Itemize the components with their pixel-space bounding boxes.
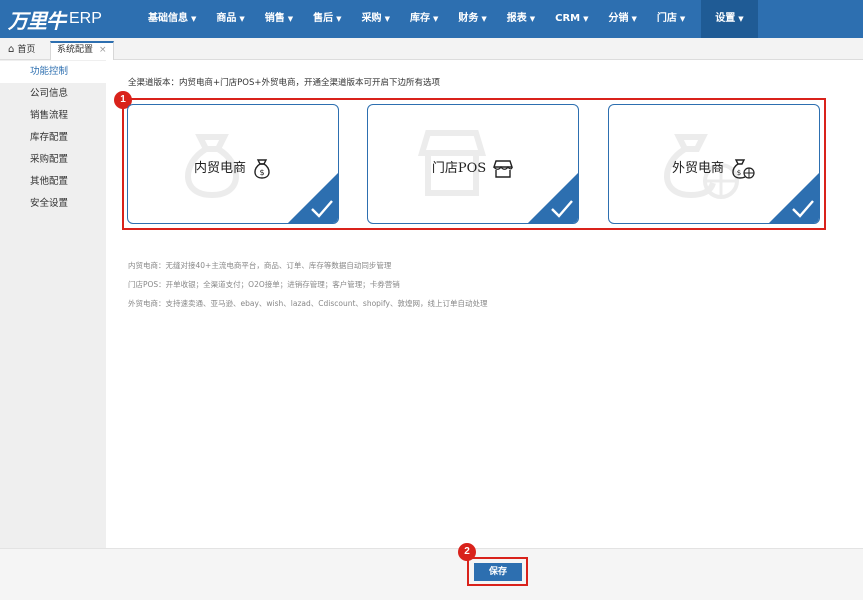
check-corner-icon [288,173,338,223]
nav-item-crm[interactable]: CRM ▼ [545,0,598,38]
sidebar-item-feature-control[interactable]: 功能控制 [0,61,106,83]
check-corner-icon [528,173,578,223]
sidebar-item-purchase-config[interactable]: 采购配置 [0,149,106,171]
chevron-down-icon: ▼ [529,15,536,23]
sidebar-item-security[interactable]: 安全设置 [0,193,106,215]
nav-item-stores[interactable]: 门店 ▼ [647,0,695,38]
chevron-down-icon: ▼ [738,15,744,23]
feature-descriptions: 内贸电商：无缝对接40+主流电商平台，商品、订单、库存等数据自动同步管理 门店P… [128,256,487,313]
nav-item-purchasing[interactable]: 采购 ▼ [352,0,400,38]
card-label: 内贸电商 [193,161,246,176]
nav-item-distribution[interactable]: 分销 ▼ [599,0,647,38]
chevron-down-icon: ▼ [583,15,589,23]
sidebar-item-inventory-config[interactable]: 库存配置 [0,127,106,149]
nav-label: 基础信息 [148,13,188,24]
sidebar: 功能控制 公司信息 销售流程 库存配置 采购配置 其他配置 安全设置 [0,60,106,548]
nav-label: CRM [555,13,581,24]
nav-item-settings[interactable]: 设置 ▼ [701,0,758,38]
main-nav: 基础信息 ▼ 商品 ▼ 销售 ▼ 售后 ▼ 采购 ▼ 库存 ▼ 财务 ▼ 报表 ▼ CRM ▼ 分… [138,0,758,38]
sidebar-item-company-info[interactable]: 公司信息 [0,83,106,105]
check-corner-icon [769,173,819,223]
sidebar-item-other-config[interactable]: 其他配置 [0,171,106,193]
chevron-down-icon: ▼ [336,15,342,23]
nav-item-products[interactable]: 商品 ▼ [206,0,254,38]
tab-label: 系统配置 [57,45,94,55]
save-button[interactable]: 保存 [474,563,522,581]
nav-label: 库存 [409,13,430,24]
chevron-down-icon: ▼ [679,15,686,23]
nav-label: 商品 [216,13,237,24]
money-bag-globe-icon: $ [732,158,755,179]
chevron-down-icon: ▼ [287,15,294,23]
tab-home[interactable]: ⌂ 首页 [2,41,41,60]
nav-item-finance[interactable]: 财务 ▼ [448,0,496,38]
card-foreign-trade-ecommerce[interactable]: 外贸电商 $ [608,104,820,224]
nav-label: 销售 [264,13,285,24]
card-domestic-ecommerce[interactable]: 内贸电商 $ [127,104,339,224]
omnichannel-intro: 全渠道版本：内贸电商+门店POS+外贸电商，开通全渠道版本可开启下边所有选项 [128,78,440,88]
chevron-down-icon: ▼ [191,15,197,23]
close-icon[interactable]: × [99,45,107,55]
description-line: 门店POS：开单收银；全渠道支付；O2O接单；进销存管理；客户管理；卡券营销 [128,280,400,289]
chevron-down-icon: ▼ [481,15,487,23]
card-store-pos[interactable]: 门店POS [367,104,579,224]
nav-item-inventory[interactable]: 库存 ▼ [400,0,448,38]
chevron-down-icon: ▼ [384,15,390,23]
tab-bar: ⌂ 首页 系统配置 × [0,38,863,60]
storefront-icon [493,159,514,178]
description-line: 外贸电商：支持速卖通、亚马逊、ebay、wish、lazad、Cdiscount… [128,299,488,308]
nav-label: 设置 [715,13,736,24]
svg-text:$: $ [737,169,741,177]
nav-item-after-sales[interactable]: 售后 ▼ [303,0,351,38]
home-icon: ⌂ [8,44,15,55]
logo-text: ERP [69,10,102,27]
logo-mark: 万里牛 [8,8,66,33]
nav-label: 报表 [506,13,527,24]
footer-bar [0,548,863,600]
sidebar-item-sales-flow[interactable]: 销售流程 [0,105,106,127]
nav-label: 分销 [608,13,629,24]
nav-item-basic-info[interactable]: 基础信息 ▼ [138,0,206,38]
nav-label: 售后 [313,13,334,24]
tab-system-config[interactable]: 系统配置 × [50,41,114,60]
card-label: 外贸电商 [671,161,724,176]
nav-item-sales[interactable]: 销售 ▼ [255,0,303,38]
tab-label: 首页 [17,45,36,55]
svg-text:$: $ [259,168,264,177]
card-label: 门店POS [431,161,487,176]
description-line: 内贸电商：无缝对接40+主流电商平台，商品、订单、库存等数据自动同步管理 [128,261,392,270]
money-bag-icon: $ [254,158,270,179]
step-marker-2: 2 [458,543,476,561]
chevron-down-icon: ▼ [239,15,245,23]
chevron-down-icon: ▼ [631,15,637,23]
chevron-down-icon: ▼ [432,15,439,23]
nav-label: 财务 [458,13,479,24]
nav-label: 门店 [656,13,677,24]
app-logo[interactable]: 万里牛 ERP [8,4,102,34]
nav-label: 采购 [361,13,382,24]
nav-item-reports[interactable]: 报表 ▼ [497,0,545,38]
top-navbar: 万里牛 ERP 基础信息 ▼ 商品 ▼ 销售 ▼ 售后 ▼ 采购 ▼ 库存 ▼ 财务 ▼ 报表… [0,0,863,38]
